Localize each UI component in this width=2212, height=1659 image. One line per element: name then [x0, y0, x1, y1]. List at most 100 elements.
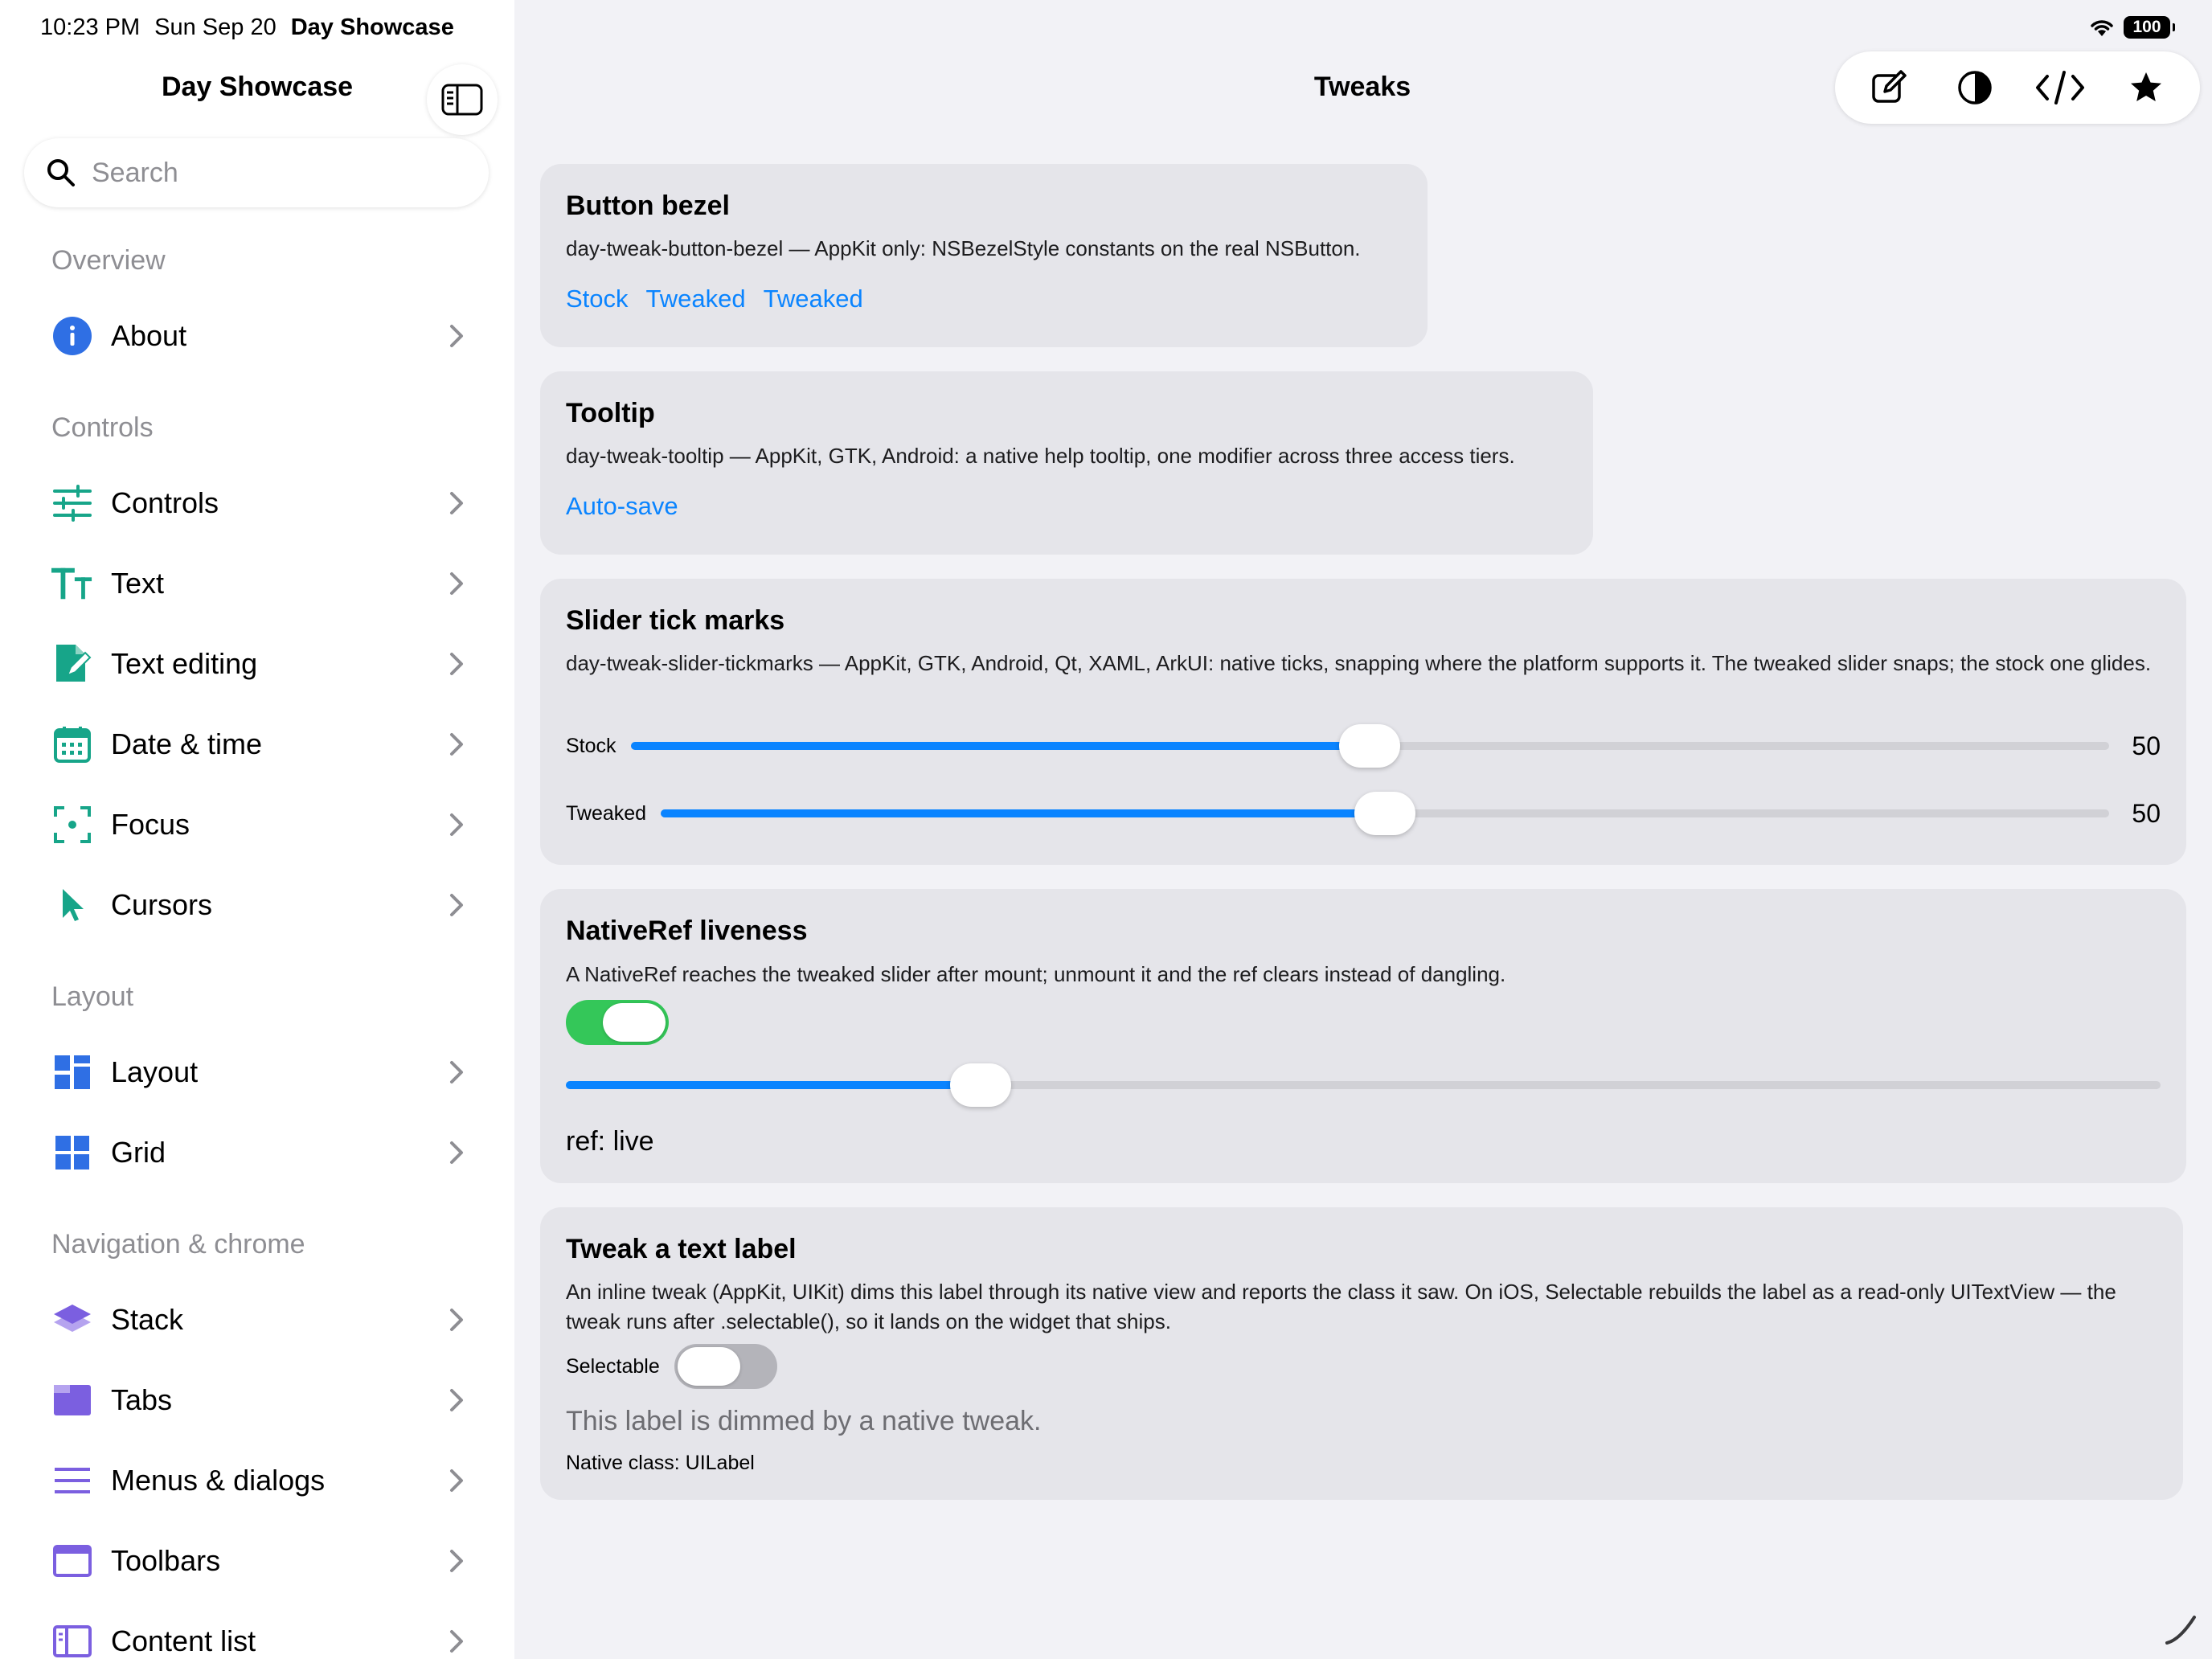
window-icon: [51, 1540, 93, 1582]
sidebar-item-label: Menus & dialogs: [111, 1464, 326, 1497]
nativeref-slider-thumb[interactable]: [949, 1063, 1011, 1107]
stock-slider-thumb[interactable]: [1339, 724, 1401, 768]
resize-grabber-icon[interactable]: [2164, 1611, 2199, 1646]
tweaked-slider-fill: [661, 809, 1386, 817]
sidebar-toggle-button[interactable]: [427, 64, 498, 135]
sidebar-item-label: Tabs: [111, 1383, 173, 1416]
card-description: day-tweak-button-bezel — AppKit only: NS…: [566, 236, 1361, 260]
sidebar-item-label: About: [111, 319, 187, 352]
grid-icon: [51, 1132, 93, 1174]
code-button[interactable]: [2031, 59, 2089, 117]
sidebar-item-label: Stack: [111, 1303, 184, 1336]
contrast-icon: [1958, 71, 1992, 104]
selectable-row: Selectable: [566, 1344, 777, 1389]
focus-icon: [51, 804, 93, 846]
chevron-right-icon: [450, 1550, 463, 1572]
sidebar-item-label: Text editing: [111, 647, 258, 680]
stock-slider[interactable]: [630, 724, 2109, 768]
sidebar-item-tabs[interactable]: Tabs: [24, 1364, 489, 1436]
tweaked-slider[interactable]: [661, 792, 2109, 835]
tweaked-button-1[interactable]: Tweaked: [646, 283, 746, 315]
card-title: Button bezel: [566, 190, 730, 221]
stack-icon: [51, 1299, 93, 1341]
document-edit-icon: [51, 643, 93, 685]
sidebar-item-text[interactable]: Text: [24, 547, 489, 620]
sidebar-item-content-list[interactable]: Content list: [24, 1605, 489, 1659]
sidebar-item-label: Focus: [111, 808, 190, 841]
chevron-right-icon: [450, 1309, 463, 1331]
nativeref-mount-toggle[interactable]: [566, 1000, 669, 1045]
contrast-button[interactable]: [1946, 59, 2004, 117]
tweaked-button-2[interactable]: Tweaked: [764, 283, 863, 315]
stock-slider-value: 50: [2132, 731, 2161, 760]
bezel-buttons: Stock Tweaked Tweaked: [566, 283, 863, 315]
search-input[interactable]: [90, 156, 479, 190]
card-nativeref-liveness: NativeRef liveness A NativeRef reaches t…: [540, 889, 2186, 1183]
auto-save-button[interactable]: Auto-save: [566, 490, 678, 522]
sidebar-item-about[interactable]: About: [24, 300, 489, 372]
compose-icon: [1872, 70, 1907, 103]
sidebar-list-icon: [51, 1620, 93, 1659]
card-slider-tickmarks: Slider tick marks day-tweak-slider-tickm…: [540, 579, 2186, 865]
chevron-right-icon: [450, 1389, 463, 1411]
search-icon: [47, 159, 75, 186]
top-toolbar: [1835, 51, 2200, 124]
card-title: NativeRef liveness: [566, 916, 808, 946]
stock-slider-row: Stock 50: [566, 722, 2161, 770]
sidebar-item-layout[interactable]: Layout: [24, 1036, 489, 1108]
tweaked-slider-thumb[interactable]: [1354, 792, 1416, 835]
sidebar-item-stack[interactable]: Stack: [24, 1284, 489, 1356]
dimmed-label: This label is dimmed by a native tweak.: [566, 1406, 1042, 1436]
chevron-right-icon: [450, 653, 463, 675]
chevron-right-icon: [450, 1061, 463, 1083]
nativeref-slider[interactable]: [566, 1063, 2161, 1107]
sidebar-item-cursors[interactable]: Cursors: [24, 869, 489, 941]
sidebar-item-controls[interactable]: Controls: [24, 467, 489, 539]
sidebar-item-label: Text: [111, 567, 165, 600]
card-description: An inline tweak (AppKit, UIKit) dims thi…: [566, 1280, 2116, 1333]
star-icon: [2130, 72, 2161, 101]
section-header-layout: Layout: [51, 981, 134, 1012]
card-description: day-tweak-tooltip — AppKit, GTK, Android…: [566, 444, 1515, 468]
card-tooltip: Tooltip day-tweak-tooltip — AppKit, GTK,…: [540, 371, 1593, 555]
compose-button[interactable]: [1860, 59, 1918, 117]
status-date: Sun Sep 20: [154, 14, 276, 40]
card-button-bezel: Button bezel day-tweak-button-bezel — Ap…: [540, 164, 1428, 347]
ref-status-text: ref: live: [566, 1126, 654, 1157]
battery-indicator: 100: [2124, 16, 2175, 39]
sidebar-item-text-editing[interactable]: Text editing: [24, 628, 489, 700]
sidebar-item-label: Date & time: [111, 727, 263, 760]
info-icon: [51, 315, 93, 357]
stock-button[interactable]: Stock: [566, 283, 629, 315]
stock-slider-fill: [630, 742, 1370, 750]
menu-lines-icon: [51, 1460, 93, 1501]
code-icon: [2036, 71, 2085, 104]
selectable-toggle[interactable]: [674, 1344, 777, 1389]
text-size-icon: [51, 563, 93, 604]
page-title: Tweaks: [1313, 72, 1411, 102]
section-header-navigation: Navigation & chrome: [51, 1229, 305, 1260]
chevron-right-icon: [450, 813, 463, 836]
search-field[interactable]: [24, 138, 489, 207]
card-title: Tooltip: [566, 398, 655, 428]
section-header-controls: Controls: [51, 412, 154, 443]
sidebar-item-date-time[interactable]: Date & time: [24, 708, 489, 780]
card-description: A NativeRef reaches the tweaked slider a…: [566, 962, 1506, 986]
sidebar-item-toolbars[interactable]: Toolbars: [24, 1525, 489, 1597]
sliders-icon: [51, 482, 93, 524]
calendar-icon: [51, 723, 93, 765]
wifi-icon: [2091, 20, 2113, 36]
tweaked-slider-label: Tweaked: [566, 801, 647, 825]
section-header-overview: Overview: [51, 245, 166, 276]
sidebar-item-label: Content list: [111, 1624, 256, 1657]
sidebar-item-grid[interactable]: Grid: [24, 1116, 489, 1189]
tooltip-buttons: Auto-save: [566, 490, 678, 522]
favorite-button[interactable]: [2117, 59, 2175, 117]
toggle-knob: [677, 1347, 740, 1386]
status-app-name: Day Showcase: [290, 14, 454, 40]
sidebar-item-menus-dialogs[interactable]: Menus & dialogs: [24, 1444, 489, 1517]
sidebar-item-focus[interactable]: Focus: [24, 789, 489, 861]
sidebar-item-label: Controls: [111, 486, 219, 519]
status-bar-left: 10:23 PM Sun Sep 20 Day Showcase: [40, 11, 454, 43]
chevron-right-icon: [450, 1469, 463, 1492]
